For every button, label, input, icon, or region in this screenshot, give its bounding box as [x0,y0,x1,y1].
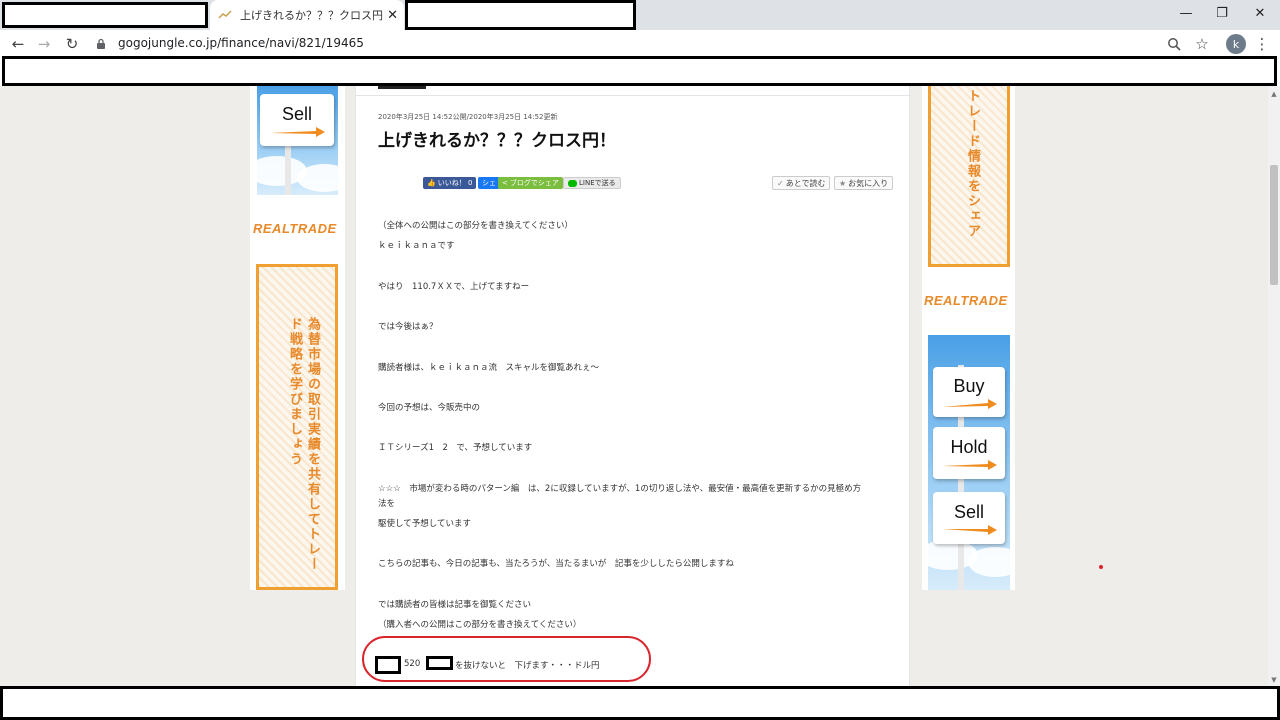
scrollbar-thumb[interactable] [1270,165,1278,285]
left-ad-column: Sell REALTRADE 為替市場の取引実績を共有してトレード戦略を学びまし… [250,86,345,590]
forward-icon[interactable]: → [34,34,54,54]
sell-sign: Sell [933,492,1005,544]
paragraph: ☆☆☆ 市場が変わる時のパターン編 は、2に収録していますが、1の切り返し法や、… [378,484,862,494]
redacted-bottom-bar [0,686,1280,720]
back-icon[interactable]: ← [8,34,28,54]
sell-sign-ad[interactable]: Sell [257,86,338,195]
arrow-right-icon [270,126,325,137]
buy-hold-sell-ad[interactable]: Buy Hold Sell [928,335,1010,590]
address-bar[interactable]: gogojungle.co.jp/finance/navi/821/19465 [118,36,364,50]
sign-label: Hold [950,436,988,457]
minimize-icon[interactable]: — [1166,0,1206,26]
thumbs-up-icon: 👍 [427,179,436,187]
arrow-right-icon [942,459,997,470]
paragraph: では購読者の皆様は記事を御覧ください [378,600,532,610]
paragraph: やはり 110.7ＸＸで、上げてますねー [378,282,530,292]
cursor-marker [1099,565,1103,569]
arrow-right-icon [942,524,997,535]
sign-label: Buy [953,375,985,396]
article: 2020年3月25日 14:52公開/2020年3月25日 14:52更新 上げ… [355,86,911,686]
share-icon: < [502,179,508,187]
page-content: Sell REALTRADE 為替市場の取引実績を共有してトレード戦略を学びまし… [0,86,1280,686]
tab-title: 上げきれるか？？？クロス円！ - Ke [240,9,384,22]
blog-share-button[interactable]: < ブログでシェア [498,177,563,189]
paragraph: こちらの記事も、今日の記事も、当たろうが、当たるまいが 記事を少ししたら公開しま… [378,559,734,569]
banner-text: 為替市場の取引実績を共有してトレード戦略を学びましょう [287,317,320,572]
scroll-up-icon[interactable]: ▲ [1270,90,1278,98]
paragraph: （購入者への公開はこの部分を書き換えてください） [378,620,582,630]
zoom-icon[interactable] [1164,34,1184,54]
paragraph: では今後はぁ？ [378,322,438,332]
hold-sign: Hold [933,427,1005,479]
realtrade-logo[interactable]: REALTRADE [253,221,337,236]
highlight-text: を抜けないと 下げます・・・ドル円 [455,661,600,671]
check-icon: ✓ [777,178,784,188]
paragraph: （全体への公開はこの部分を書き換えてください） [378,221,573,231]
right-ad-column: トレード情報をシェア REALTRADE Buy Hold Sell [922,86,1015,590]
favorite-button[interactable]: ★ お気に入り [834,176,894,190]
paragraph: 今回の予想は、今販売中の [378,403,481,413]
line-share-button[interactable]: LINEで送る [563,177,621,189]
redacted-text [426,656,453,670]
paragraph: 購読者様は、ｋｅｉｋａｎａ流 スキャルを御覧あれぇ～ [378,363,600,373]
restore-icon[interactable]: ❐ [1202,0,1242,26]
highlight-number: 520 [404,659,421,669]
menu-dots-icon[interactable]: ⋮ [1252,34,1272,54]
bookmark-star-icon[interactable]: ☆ [1192,34,1212,54]
read-later-button[interactable]: ✓ あとで読む [772,176,831,190]
scroll-down-icon[interactable]: ▼ [1270,676,1278,684]
lock-icon [97,38,105,49]
tab-close-icon[interactable]: ✕ [387,8,398,23]
star-icon: ★ [839,178,847,188]
sign-label: Sell [281,103,312,124]
header-accent [378,86,426,89]
facebook-like-button[interactable]: 👍 いいね！ 0 [423,177,477,189]
buy-sign: Buy [933,367,1005,417]
sell-sign: Sell [260,94,334,146]
active-tab[interactable]: 上げきれるか？？？クロス円！ - Ke ✕ [210,0,404,30]
vertical-banner-ad[interactable]: 為替市場の取引実績を共有してトレード戦略を学びましょう [256,264,338,590]
paragraph: ｋｅｉｋａｎａです [378,241,455,251]
tab-bar: 上げきれるか？？？クロス円！ - Ke ✕ — ❐ ✕ [0,0,1280,30]
redacted-tab [405,0,636,30]
paragraph: 法を [378,499,396,509]
vertical-banner-ad[interactable]: トレード情報をシェア [928,86,1010,267]
redacted-bookmarks-bar [2,56,1277,86]
site-favicon-icon [218,10,232,19]
browser-toolbar: ← → ↻ gogojungle.co.jp/finance/navi/821/… [0,30,1280,58]
post-title: 上げきれるか？？？クロス円！ [378,131,616,151]
redacted-text [375,656,401,674]
sign-label: Sell [953,501,984,522]
post-date: 2020年3月25日 14:52公開/2020年3月25日 14:52更新 [378,113,558,121]
redacted-tab [2,2,208,28]
realtrade-logo[interactable]: REALTRADE [924,293,1008,308]
profile-avatar[interactable]: k [1226,34,1246,54]
reload-icon[interactable]: ↻ [62,34,82,54]
arrow-right-icon [942,398,997,409]
facebook-share-button[interactable]: シェ [478,177,500,189]
banner-text: トレード情報をシェア [965,89,980,239]
line-icon [568,179,577,187]
paragraph: ＩＴシリーズ1 2 で、予想しています [378,443,533,453]
paragraph: 駆使して予想しています [378,519,471,529]
close-window-icon[interactable]: ✕ [1240,0,1280,26]
